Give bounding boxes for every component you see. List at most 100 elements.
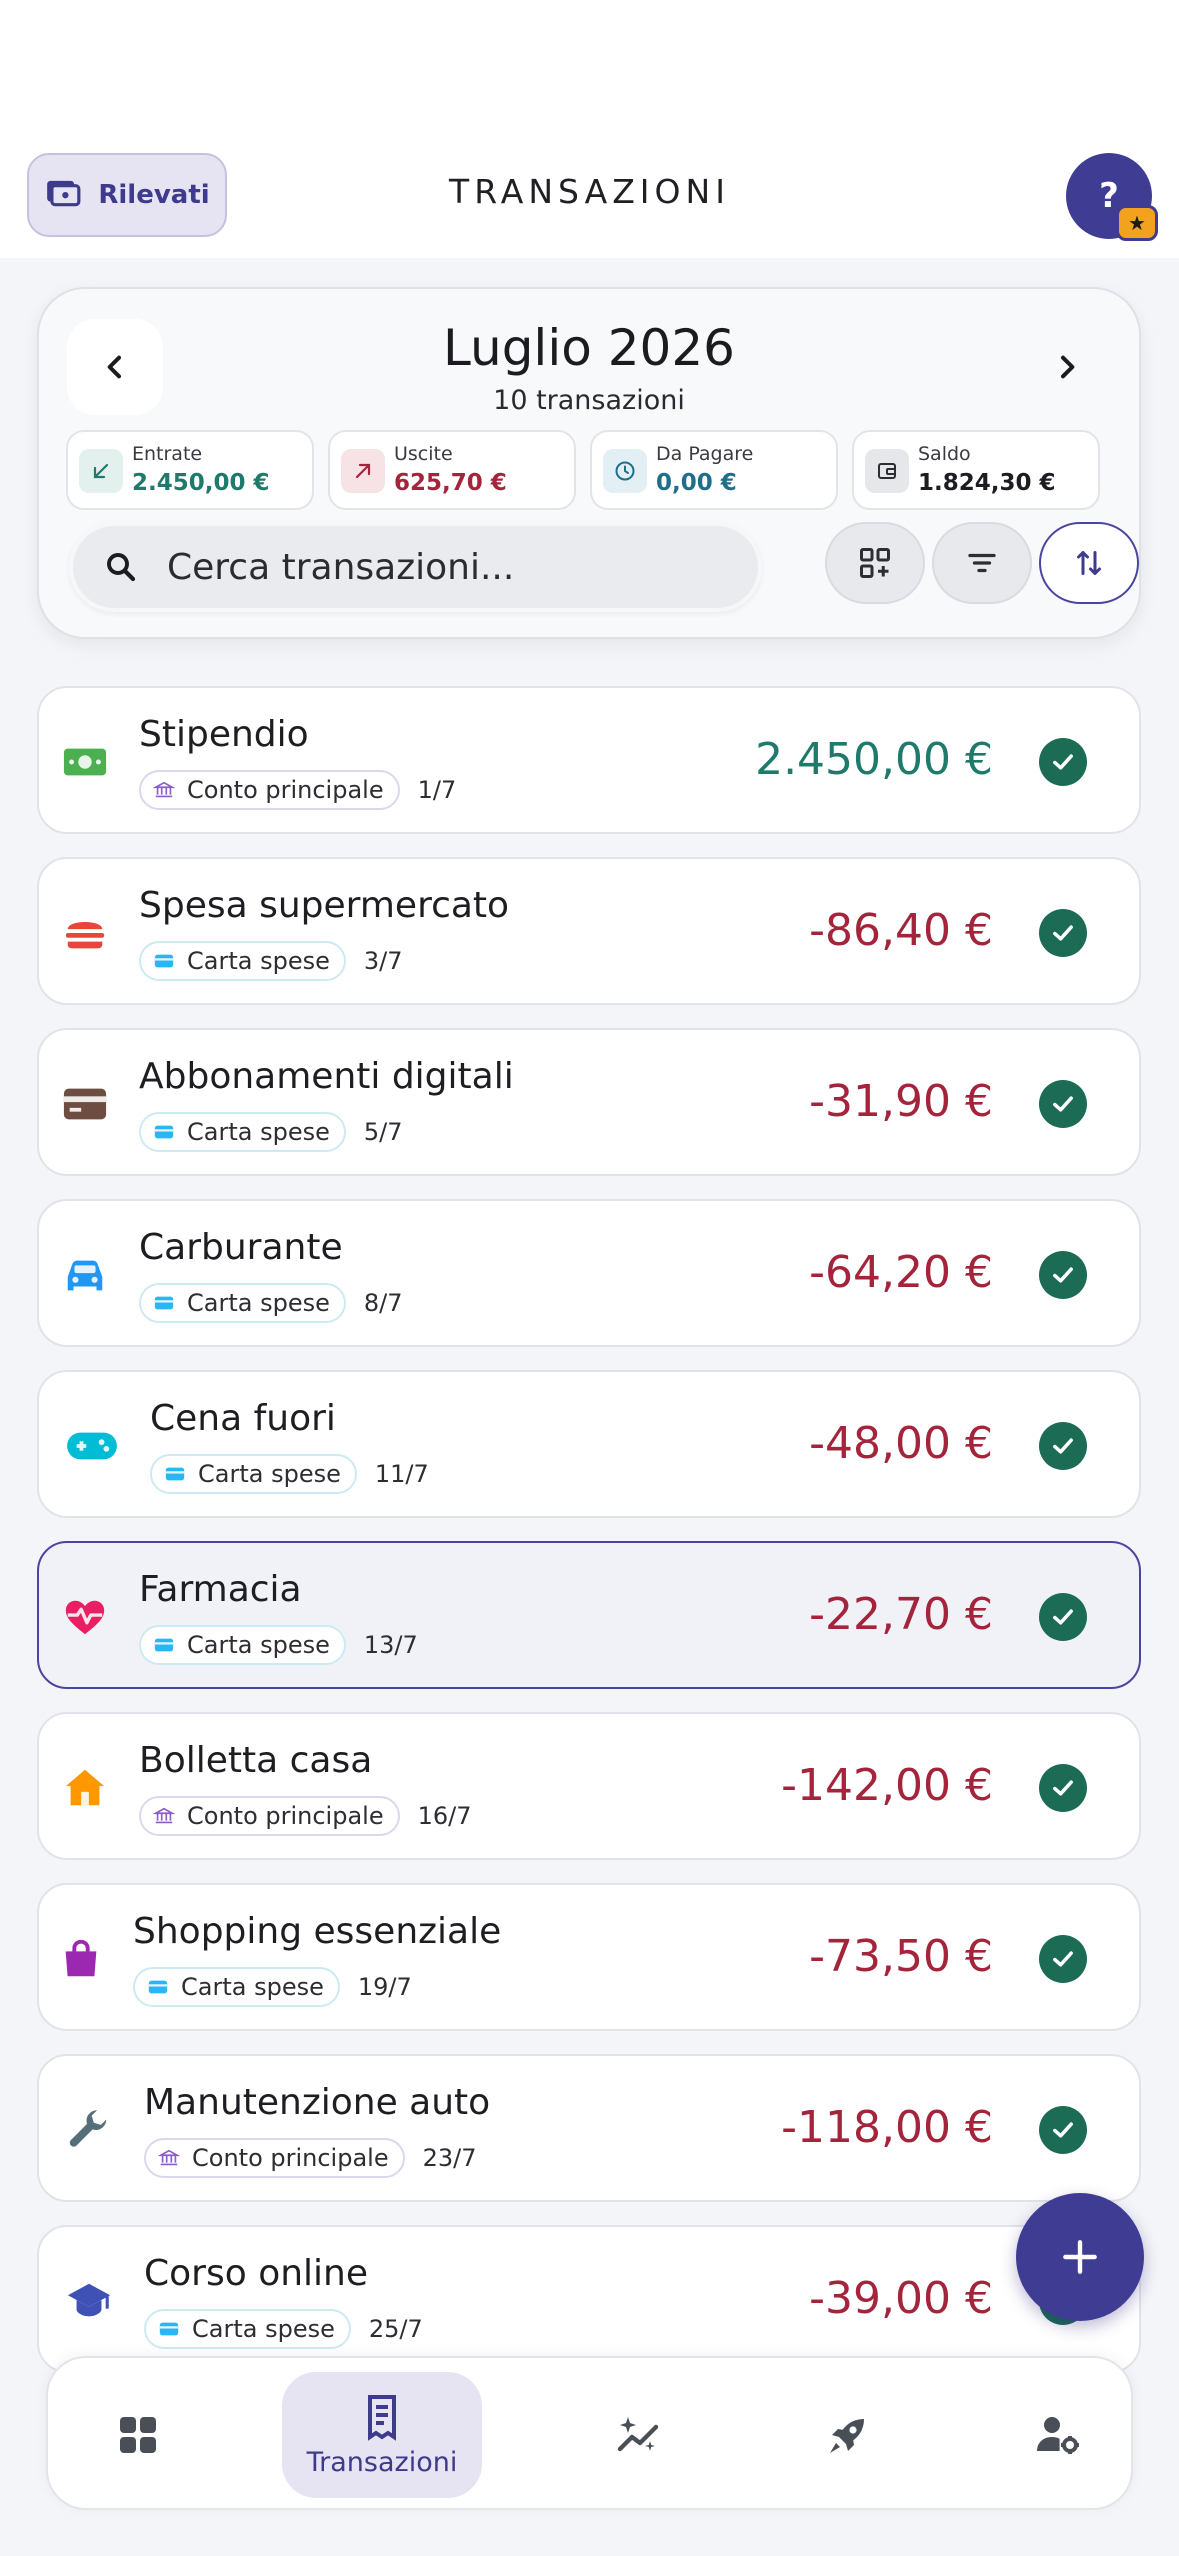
- account-chip: Carta spese: [133, 1967, 340, 2007]
- card-icon: [159, 2322, 179, 2336]
- transaction-name: Bolletta casa: [139, 1740, 373, 1781]
- transaction-meta: Carta spese 25/7: [144, 2309, 423, 2349]
- transaction-row[interactable]: Cena fuori Carta spese 11/7 -48,00 €: [37, 1370, 1141, 1518]
- search-icon: [107, 553, 136, 582]
- check-icon[interactable]: [1039, 1251, 1087, 1299]
- house-icon: [61, 1764, 109, 1812]
- account-chip: Conto principale: [139, 770, 400, 810]
- transaction-row-selected[interactable]: Farmacia Carta spese 13/7 -22,70 €: [37, 1541, 1141, 1689]
- rocket-icon: [830, 2419, 864, 2453]
- transaction-date: 8/7: [363, 1289, 403, 1317]
- card-icon: [154, 954, 174, 968]
- arrow-down-left-icon: [79, 449, 123, 493]
- check-icon[interactable]: [1039, 738, 1087, 786]
- stat-label: Saldo: [918, 443, 971, 465]
- stat-label: Da Pagare: [656, 443, 754, 465]
- transaction-meta: Carta spese 11/7: [150, 1454, 429, 1494]
- search-bar[interactable]: [69, 522, 762, 612]
- bank-icon: [153, 781, 175, 798]
- stat-uscite[interactable]: Uscite 625,70 €: [328, 430, 576, 510]
- search-row: [69, 522, 1139, 612]
- transaction-row[interactable]: Shopping essenziale Carta spese 19/7 -73…: [37, 1883, 1141, 2031]
- nav-label: Transazioni: [306, 2446, 458, 2478]
- bank-icon: [158, 2149, 180, 2166]
- transaction-meta: Carta spese 3/7: [139, 941, 402, 981]
- transaction-row[interactable]: Manutenzione auto Conto principale 23/7 …: [37, 2054, 1141, 2202]
- month-title: Luglio 2026: [443, 319, 735, 377]
- account-chip: Conto principale: [139, 1796, 400, 1836]
- wallet-icon: [865, 449, 909, 493]
- stat-entrate[interactable]: Entrate 2.450,00 €: [66, 430, 314, 510]
- filter-button[interactable]: [932, 522, 1032, 604]
- transaction-meta: Carta spese 19/7: [133, 1967, 412, 2007]
- account-chip: Carta spese: [139, 1625, 346, 1665]
- stat-saldo[interactable]: Saldo 1.824,30 €: [852, 430, 1100, 510]
- sort-button[interactable]: [1039, 522, 1139, 604]
- transaction-name: Abbonamenti digitali: [139, 1056, 514, 1097]
- nav-goals[interactable]: [788, 2372, 908, 2498]
- shopping-bag-icon: [57, 1935, 105, 1983]
- transaction-date: 5/7: [363, 1118, 403, 1146]
- check-icon[interactable]: [1039, 1764, 1087, 1812]
- add-transaction-button[interactable]: [1016, 2193, 1144, 2321]
- bank-icon: [153, 1807, 175, 1824]
- stat-da-pagare[interactable]: Da Pagare 0,00 €: [590, 430, 838, 510]
- transaction-row[interactable]: Corso online Carta spese 25/7 -39,00 €: [37, 2225, 1141, 2373]
- transaction-name: Manutenzione auto: [144, 2082, 491, 2123]
- transaction-row[interactable]: Spesa supermercato Carta spese 3/7 -86,4…: [37, 857, 1141, 1005]
- transaction-meta: Carta spese 8/7: [139, 1283, 402, 1323]
- check-icon[interactable]: [1039, 909, 1087, 957]
- transaction-amount: 2.450,00 €: [755, 734, 993, 785]
- stat-value: 625,70 €: [394, 470, 507, 496]
- transaction-amount: -22,70 €: [809, 1589, 993, 1640]
- check-icon[interactable]: [1039, 1935, 1087, 1983]
- wrench-icon: [65, 2106, 113, 2154]
- transaction-date: 1/7: [417, 776, 457, 804]
- heart-pulse-icon: [61, 1593, 109, 1641]
- transaction-amount: -48,00 €: [809, 1418, 993, 1469]
- arrow-up-right-icon: [341, 449, 385, 493]
- transaction-amount: -39,00 €: [809, 2273, 993, 2324]
- transaction-name: Corso online: [144, 2253, 368, 2294]
- transaction-name: Stipendio: [139, 714, 309, 755]
- transaction-amount: -142,00 €: [781, 1760, 993, 1811]
- check-icon[interactable]: [1039, 2106, 1087, 2154]
- clock-icon: [603, 449, 647, 493]
- transaction-count: 10 transazioni: [493, 385, 685, 416]
- page-title: TRANSAZIONI: [449, 172, 730, 211]
- nav-transazioni[interactable]: Transazioni: [282, 2372, 482, 2498]
- star-badge: ★: [1116, 205, 1158, 241]
- check-icon[interactable]: [1039, 1080, 1087, 1128]
- nav-profile-settings[interactable]: [998, 2372, 1118, 2498]
- check-icon[interactable]: [1039, 1422, 1087, 1470]
- card-icon: [165, 1467, 185, 1481]
- transaction-row[interactable]: Carburante Carta spese 8/7 -64,20 €: [37, 1199, 1141, 1347]
- transaction-row[interactable]: Stipendio Conto principale 1/7 2.450,00 …: [37, 686, 1141, 834]
- nav-analytics[interactable]: [578, 2372, 698, 2498]
- account-chip: Carta spese: [139, 941, 346, 981]
- stat-value: 2.450,00 €: [132, 470, 270, 496]
- card-icon: [154, 1638, 174, 1652]
- transaction-row[interactable]: Abbonamenti digitali Carta spese 5/7 -31…: [37, 1028, 1141, 1176]
- nav-dashboard[interactable]: [78, 2372, 198, 2498]
- transaction-amount: -73,50 €: [809, 1931, 993, 1982]
- month-summary-card: Luglio 2026 10 transazioni Entrate 2.450…: [37, 287, 1141, 639]
- car-icon: [61, 1251, 109, 1299]
- transaction-meta: Carta spese 5/7: [139, 1112, 402, 1152]
- transaction-name: Shopping essenziale: [133, 1911, 502, 1952]
- transaction-date: 25/7: [368, 2315, 423, 2343]
- search-input[interactable]: [167, 546, 727, 588]
- transaction-name: Carburante: [139, 1227, 343, 1268]
- gamepad-icon: [63, 1422, 121, 1470]
- transaction-row[interactable]: Bolletta casa Conto principale 16/7 -142…: [37, 1712, 1141, 1860]
- next-month-button[interactable]: [1019, 319, 1115, 415]
- check-icon[interactable]: [1039, 1593, 1087, 1641]
- user-settings-icon: [1037, 2417, 1079, 2454]
- transaction-meta: Conto principale 1/7: [139, 770, 456, 810]
- qr-add-icon: [860, 548, 890, 578]
- plus-icon: [1063, 2240, 1097, 2274]
- transaction-date: 11/7: [374, 1460, 429, 1488]
- account-chip: Conto principale: [144, 2138, 405, 2178]
- qr-add-button[interactable]: [825, 522, 925, 604]
- grid-icon: [120, 2417, 156, 2453]
